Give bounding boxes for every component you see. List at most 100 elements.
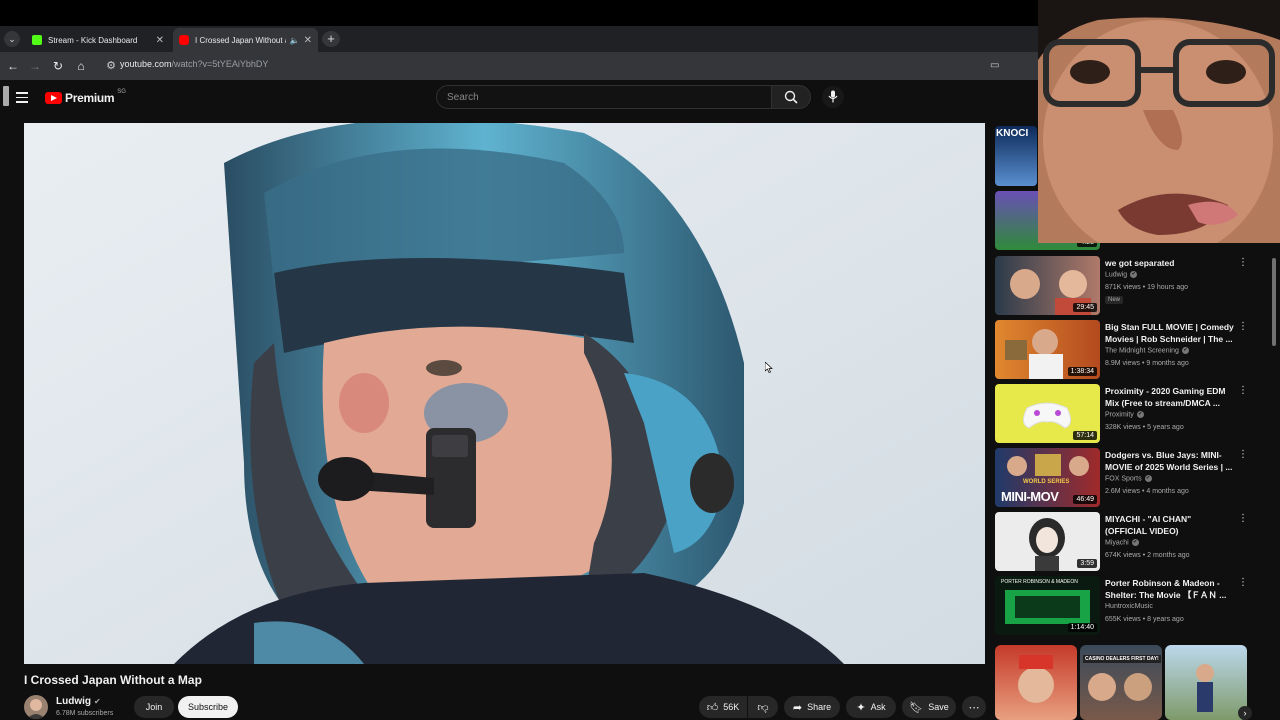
more-options-icon[interactable]: ⋮ [1238,322,1248,332]
cast-icon[interactable]: ▭ [990,60,1002,72]
close-icon[interactable]: ✕ [304,35,312,46]
channel-text: Ludwig [1105,271,1128,279]
forward-icon[interactable]: → [27,58,43,74]
recommendation-channel[interactable]: FOX Sports ✔ [1105,475,1152,482]
video-duration: 1:14:40 [1067,623,1097,632]
speaker-icon[interactable]: 🔈 [290,36,300,45]
verified-icon: ✔ [1136,411,1144,418]
like-button[interactable]: 👍︎ 56K [699,696,747,718]
ask-button[interactable]: ✦ Ask [846,696,896,718]
share-button[interactable]: ➦ Share [784,696,840,718]
recommendation-channel[interactable]: Ludwig ✔ [1105,271,1138,279]
browser-toolbar: ← → ↻ ⌂ ⚙ youtube.com/watch?v=5tYEAiYbhD… [0,52,1040,80]
thumbnail-text: WORLD SERIES [1023,479,1070,485]
channel-text: Proximity [1105,411,1134,419]
kick-favicon-icon [32,35,42,45]
video-duration: 46:49 [1073,495,1097,504]
video-player[interactable] [24,123,985,664]
scrollbar-thumb[interactable] [1272,258,1276,346]
tab-kick-dashboard[interactable]: Stream - Kick Dashboard ✕ [26,28,170,52]
recommendation-title[interactable]: Proximity - 2020 Gaming EDM Mix (Free to… [1105,385,1235,409]
search-placeholder: Search [447,92,479,103]
url-host: youtube.com [120,59,172,69]
thumbnail-text: CASINO DEALERS FIRST DAY! [1083,655,1161,663]
short-thumbnail[interactable]: CASINO DEALERS FIRST DAY! [1080,645,1162,720]
save-button[interactable]: 🔖︎ Save [902,696,956,718]
reload-icon[interactable]: ↻ [50,58,66,74]
recommendation-meta: 674K views • 2 months ago [1105,552,1190,559]
new-tab-button[interactable]: + [322,31,340,47]
tab-search-dropdown[interactable]: ⌄ [4,31,20,47]
back-icon[interactable]: ← [5,58,21,74]
more-options-icon[interactable]: ⋮ [1238,514,1248,524]
microphone-icon [828,90,838,103]
more-icon: ⋯ [968,701,980,714]
recommendation-thumbnail[interactable]: 1:38:34 [995,320,1100,379]
more-options-icon[interactable]: ⋮ [1238,258,1248,268]
recommendation-thumbnail[interactable]: 29:45 [995,256,1100,315]
recommendation-title[interactable]: Porter Robinson & Madeon - Shelter: The … [1105,577,1235,601]
mouse-cursor-icon [764,360,773,378]
recommendation-channel[interactable]: The Midnight Screening ✔ [1105,347,1189,354]
country-code: SG [117,89,126,95]
webcam-overlay [1038,0,1280,243]
search-button[interactable] [771,85,811,109]
recommendation-channel[interactable]: HuntroxicMusic [1105,603,1153,610]
video-duration: 3:59 [1077,559,1097,568]
partial-thumbnail[interactable]: KNOCI [995,126,1037,186]
channel-avatar[interactable] [24,695,48,719]
new-badge: New [1105,296,1124,304]
subscribe-button[interactable]: Subscribe [178,696,238,718]
verified-icon: ✔ [94,697,101,706]
browser-tab-strip: ⌄ Stream - Kick Dashboard ✕ I Crossed Ja… [0,26,1040,52]
menu-icon[interactable] [16,92,28,106]
join-button[interactable]: Join [134,696,174,718]
recommendation-meta: 8.9M views • 9 months ago [1105,360,1189,367]
voice-search-button[interactable] [822,86,844,108]
search-input[interactable]: Search [436,85,772,109]
logo-text: Premium [65,91,115,105]
recommendation-title[interactable]: we got separated [1105,257,1235,269]
more-options-icon[interactable]: ⋮ [1238,450,1248,460]
tab-youtube-video[interactable]: I Crossed Japan Without a Map 🔈 ✕ [173,28,318,52]
recommendation-thumbnail[interactable]: 3:59 [995,512,1100,571]
like-count: 56K [723,702,740,712]
thumbs-up-icon: 👍︎ [706,701,719,714]
short-thumbnail[interactable] [1165,645,1247,720]
dislike-button[interactable]: 👎︎ [748,696,778,718]
recommendation-title[interactable]: Dodgers vs. Blue Jays: MINI-MOVIE of 202… [1105,449,1235,473]
channel-text: FOX Sports [1105,475,1142,483]
side-handle [3,86,9,106]
recommendation-meta: 871K views • 19 hours ago [1105,284,1189,291]
os-top-bar [0,0,1040,26]
address-bar[interactable]: ⚙ youtube.com/watch?v=5tYEAiYbhDY ▭ [100,55,1010,77]
short-thumbnail[interactable] [995,645,1077,720]
close-icon[interactable]: ✕ [156,35,164,46]
channel-name[interactable]: Ludwig ✔ [56,696,101,707]
video-duration: 29:45 [1073,303,1097,312]
url-path: /watch?v=5tYEAiYbhDY [171,59,269,69]
youtube-play-icon [45,92,62,104]
recommendation-thumbnail[interactable]: PORTER ROBINSON & MADEON 1:14:40 [995,576,1100,635]
recommendation-meta: 328K views • 5 years ago [1105,424,1184,431]
save-label: Save [928,702,949,712]
recommendation-channel[interactable]: Proximity ✔ [1105,411,1144,418]
recommendation-thumbnail[interactable]: WORLD SERIES MINI-MOV 46:49 [995,448,1100,507]
site-settings-icon[interactable]: ⚙ [103,58,119,74]
recommendation-channel[interactable]: Miyachi ✔ [1105,539,1139,546]
video-duration: 57:14 [1073,431,1097,440]
youtube-logo[interactable]: Premium SG [45,89,126,105]
next-arrow-icon[interactable]: › [1238,706,1252,720]
more-options-icon[interactable]: ⋮ [1238,578,1248,588]
channel-name-text: Ludwig [56,696,91,707]
more-actions-button[interactable]: ⋯ [962,696,986,718]
recommendation-title[interactable]: MIYACHI - "AI CHAN" (OFFICIAL VIDEO) [1105,513,1235,537]
video-title: I Crossed Japan Without a Map [24,673,202,687]
verified-icon: ✔ [1144,475,1152,482]
video-duration: 1:38:34 [1067,367,1097,376]
recommendation-title[interactable]: Big Stan FULL MOVIE | Comedy Movies | Ro… [1105,321,1235,345]
more-options-icon[interactable]: ⋮ [1238,386,1248,396]
home-icon[interactable]: ⌂ [73,58,89,74]
recommendation-thumbnail[interactable]: 57:14 [995,384,1100,443]
subscriber-count: 6.78M subscribers [56,710,114,717]
